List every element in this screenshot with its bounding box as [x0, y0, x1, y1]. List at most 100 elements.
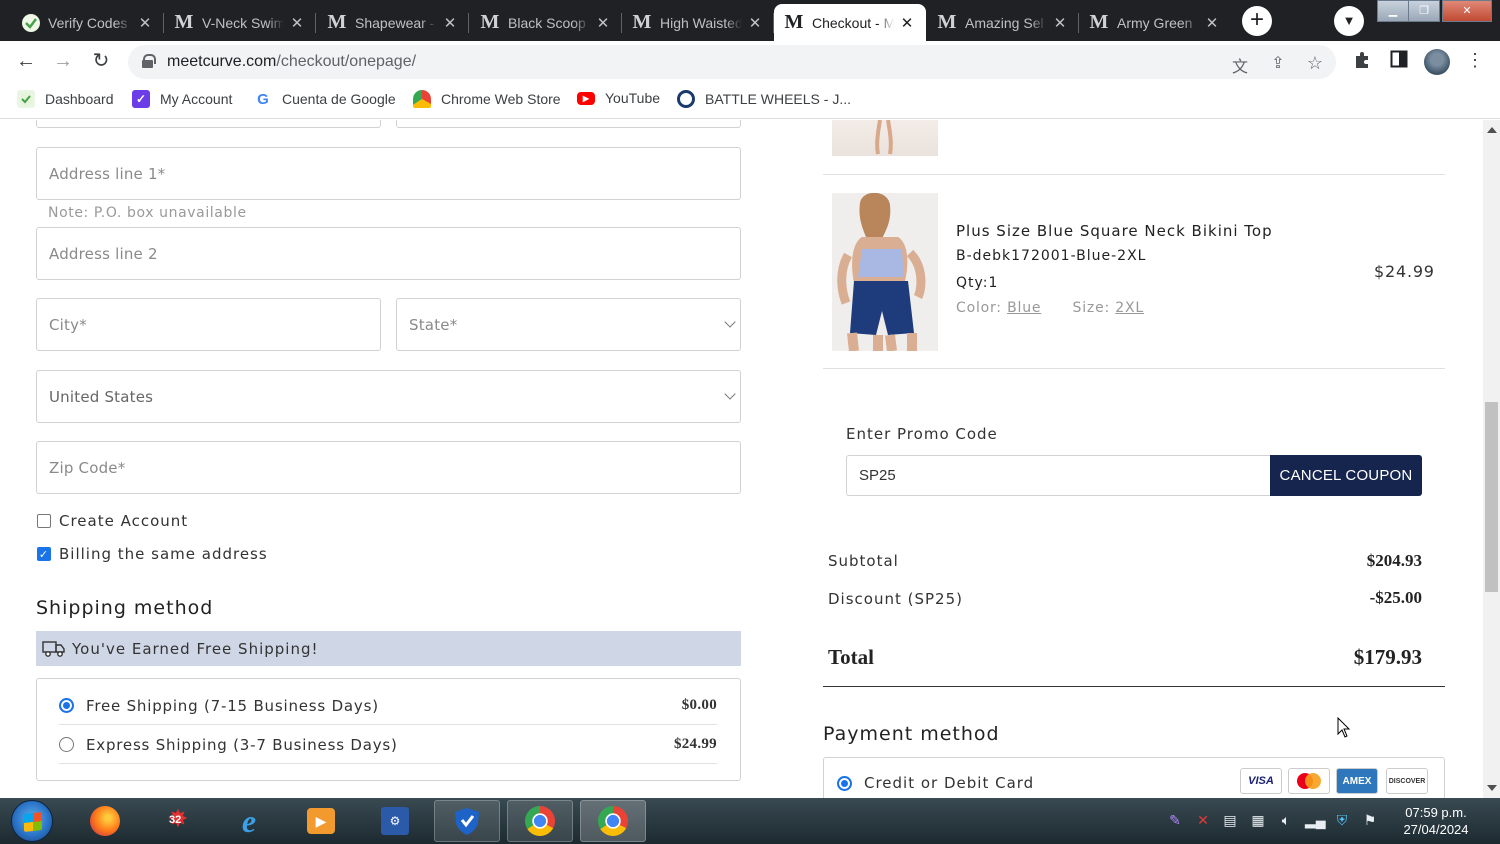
bookmark-my-account[interactable]: ✓ My Account	[132, 90, 232, 108]
visa-card-icon: VISA	[1240, 768, 1282, 794]
create-account-checkbox-row[interactable]: Create Account	[37, 512, 188, 530]
profile-avatar[interactable]	[1424, 49, 1450, 75]
shipping-radio-free[interactable]	[59, 698, 74, 713]
taskbar-vpn[interactable]	[434, 800, 500, 842]
country-select[interactable]: United States	[36, 370, 741, 423]
page-scrollbar[interactable]	[1483, 120, 1500, 798]
firefox-icon	[90, 806, 120, 836]
taskbar-chrome-1[interactable]	[507, 800, 573, 842]
state-select[interactable]: State*	[396, 298, 741, 351]
volume-icon[interactable]: 🔈︎	[1277, 812, 1295, 830]
product-image[interactable]	[832, 193, 938, 351]
app-badge-count: 32	[169, 814, 182, 826]
tab-v-neck-swim[interactable]: M V-Neck Swim ✕	[164, 4, 316, 41]
tab-title: High Waisted	[660, 14, 742, 31]
bookmark-star-icon[interactable]: ☆	[1305, 53, 1325, 73]
size-link[interactable]: 2XL	[1115, 300, 1144, 316]
scroll-down-icon[interactable]	[1487, 785, 1497, 791]
tab-close-icon[interactable]: ✕	[594, 14, 612, 32]
scroll-up-icon[interactable]	[1487, 127, 1497, 133]
bookmark-cuenta-google[interactable]: G Cuenta de Google	[254, 90, 395, 108]
taskbar-internet-explorer[interactable]: e	[216, 800, 282, 842]
window-icon[interactable]: ▦	[1249, 812, 1267, 830]
address-bar[interactable]: meetcurve.com/checkout/onepage/ ⽂ ⇪ ☆	[128, 45, 1336, 79]
bookmark-youtube[interactable]: ▶ YouTube	[577, 90, 660, 106]
city-field[interactable]: City*	[36, 298, 381, 351]
tab-title: Black Scoop	[508, 14, 586, 31]
taskbar-network-app[interactable]: ⚙	[362, 800, 428, 842]
translate-icon[interactable]: ⽂	[1230, 53, 1250, 76]
tab-army-green[interactable]: M Army Green ✕	[1079, 4, 1231, 41]
billing-same-checkbox[interactable]: ✓	[37, 547, 51, 561]
clipboard-icon[interactable]: ▤	[1221, 812, 1239, 830]
close-window-icon[interactable]: ✕	[1442, 0, 1492, 22]
pen-icon[interactable]: ✎	[1166, 812, 1184, 830]
more-menu-icon[interactable]: ⋮	[1464, 50, 1486, 72]
action-center-flag-icon[interactable]: ⚑	[1361, 812, 1379, 830]
create-account-checkbox[interactable]	[37, 514, 51, 528]
taskbar-chrome-2[interactable]	[580, 800, 646, 842]
taskbar-media-player[interactable]: ▶	[288, 800, 354, 842]
scrollbar-thumb[interactable]	[1485, 402, 1498, 592]
minimize-window-icon[interactable]: ▁	[1377, 0, 1409, 22]
extensions-puzzle-icon[interactable]	[1351, 50, 1373, 72]
bookmark-battle-wheels[interactable]: BATTLE WHEELS - J...	[677, 90, 851, 108]
shipping-options: Free Shipping (7-15 Business Days) $0.00…	[36, 678, 741, 781]
tab-close-icon[interactable]: ✕	[1051, 14, 1069, 32]
taskbar-firefox[interactable]	[72, 800, 138, 842]
tab-close-icon[interactable]: ✕	[441, 14, 459, 32]
cancel-coupon-button[interactable]: CANCEL COUPON	[1270, 455, 1422, 496]
tab-close-icon[interactable]: ✕	[136, 14, 154, 32]
tab-black-scoop[interactable]: M Black Scoop ✕	[470, 4, 622, 41]
shipping-radio-express[interactable]	[59, 737, 74, 752]
forward-arrow-icon[interactable]: →	[50, 49, 76, 75]
payment-option-card[interactable]: Credit or Debit Card	[837, 774, 1034, 792]
taskbar-app-badge[interactable]: ✸ 32	[145, 800, 211, 842]
divider	[823, 174, 1445, 175]
billing-same-checkbox-row[interactable]: ✓ Billing the same address	[37, 545, 268, 563]
x-status-icon[interactable]: ✕	[1194, 812, 1212, 830]
internet-explorer-icon: e	[241, 802, 257, 839]
shipping-option-express[interactable]: Express Shipping (3-7 Business Days) $24…	[59, 726, 717, 764]
promo-code-input[interactable]: SP25	[846, 455, 1270, 496]
browser-toolbar: ← → ↻ meetcurve.com/checkout/onepage/ ⽂ …	[0, 41, 1500, 82]
tab-close-icon[interactable]: ✕	[1203, 14, 1221, 32]
product-name[interactable]: Plus Size Blue Square Neck Bikini Top	[956, 222, 1273, 240]
tab-title: Checkout - M	[812, 14, 894, 31]
security-shield-icon[interactable]: ⛨	[1333, 812, 1351, 830]
meetcurve-m-icon: M	[784, 11, 804, 33]
tab-high-waisted[interactable]: M High Waisted ✕	[622, 4, 774, 41]
restore-window-icon[interactable]: ❐	[1408, 0, 1440, 22]
tab-amazing-sel[interactable]: M Amazing Sel ✕	[927, 4, 1079, 41]
first-name-field[interactable]	[36, 120, 381, 128]
reload-icon[interactable]: ↻	[88, 49, 114, 75]
lock-icon[interactable]	[142, 54, 156, 68]
tab-shapewear[interactable]: M Shapewear - ✕	[317, 4, 469, 41]
tab-close-icon[interactable]: ✕	[746, 14, 764, 32]
address-line-1-field[interactable]: Address line 1*	[36, 147, 741, 200]
payment-radio-card[interactable]	[837, 775, 852, 791]
last-name-field[interactable]	[396, 120, 741, 128]
side-panel-icon[interactable]	[1388, 50, 1410, 72]
tab-search-chevron-icon[interactable]: ▼	[1334, 6, 1364, 36]
chrome-icon	[525, 806, 555, 836]
tab-close-icon[interactable]: ✕	[898, 14, 916, 32]
zip-code-field[interactable]: Zip Code*	[36, 441, 741, 494]
share-icon[interactable]: ⇪	[1268, 53, 1288, 73]
new-tab-plus-icon[interactable]: +	[1242, 6, 1272, 36]
mouse-cursor-icon	[1337, 717, 1351, 738]
bookmark-chrome-web-store[interactable]: Chrome Web Store	[413, 90, 561, 108]
system-clock[interactable]: 07:59 p.m. 27/04/2024	[1394, 804, 1478, 838]
chrome-icon	[598, 806, 628, 836]
signal-bars-icon[interactable]: ▂▄	[1305, 812, 1326, 830]
tab-checkout[interactable]: M Checkout - M ✕	[774, 4, 926, 41]
shipping-option-free[interactable]: Free Shipping (7-15 Business Days) $0.00	[59, 687, 717, 725]
address-line-2-field[interactable]: Address line 2	[36, 227, 741, 280]
start-button[interactable]	[11, 800, 53, 842]
tab-verify-codes[interactable]: Verify Codes ✕	[12, 4, 164, 41]
tab-close-icon[interactable]: ✕	[288, 14, 306, 32]
back-arrow-icon[interactable]: ←	[13, 49, 39, 75]
color-link[interactable]: Blue	[1007, 300, 1041, 316]
bookmark-dashboard[interactable]: Dashboard	[17, 90, 114, 108]
total-divider	[823, 686, 1445, 687]
